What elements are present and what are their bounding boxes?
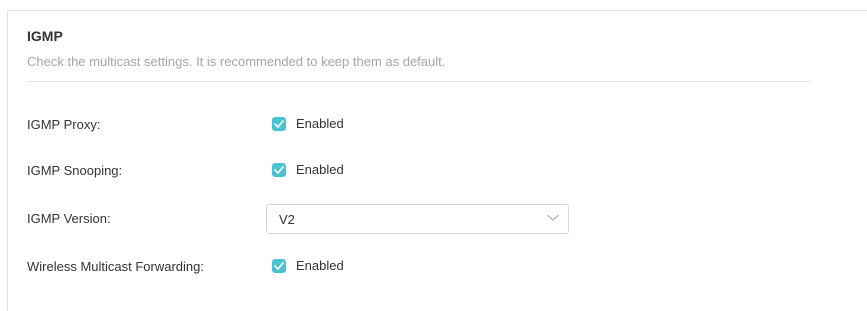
check-icon bbox=[274, 261, 284, 270]
wireless-multicast-forwarding-checkbox-box[interactable] bbox=[272, 258, 286, 273]
wireless-multicast-forwarding-checkbox[interactable]: Enabled bbox=[272, 258, 344, 273]
igmp-proxy-checkbox-box[interactable] bbox=[272, 116, 286, 131]
section-title: IGMP bbox=[27, 28, 63, 44]
igmp-snooping-checkbox-label: Enabled bbox=[296, 162, 344, 177]
igmp-snooping-checkbox-box[interactable] bbox=[272, 162, 286, 177]
igmp-settings-panel: IGMP Check the multicast settings. It is… bbox=[7, 10, 867, 311]
igmp-snooping-checkbox[interactable]: Enabled bbox=[272, 162, 344, 177]
igmp-proxy-label: IGMP Proxy: bbox=[27, 117, 101, 132]
igmp-snooping-label: IGMP Snooping: bbox=[27, 163, 123, 178]
igmp-version-value: V2 bbox=[279, 212, 295, 227]
igmp-version-select[interactable]: V2 bbox=[266, 204, 569, 234]
section-divider bbox=[27, 81, 811, 82]
wireless-multicast-forwarding-label: Wireless Multicast Forwarding: bbox=[27, 259, 204, 274]
igmp-proxy-checkbox[interactable]: Enabled bbox=[272, 116, 344, 131]
check-icon bbox=[274, 119, 284, 128]
section-description: Check the multicast settings. It is reco… bbox=[27, 54, 446, 69]
igmp-proxy-checkbox-label: Enabled bbox=[296, 116, 344, 131]
chevron-down-icon bbox=[547, 214, 559, 221]
check-icon bbox=[274, 165, 284, 174]
igmp-version-label: IGMP Version: bbox=[27, 211, 111, 226]
wireless-multicast-forwarding-checkbox-label: Enabled bbox=[296, 258, 344, 273]
